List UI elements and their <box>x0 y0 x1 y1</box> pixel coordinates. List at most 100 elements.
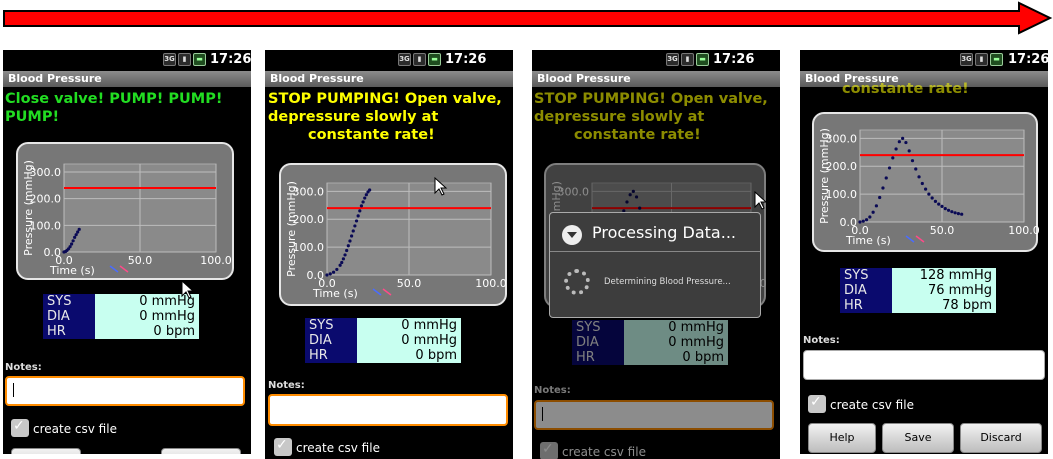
x-axis-label: Time (s) <box>49 264 95 277</box>
results-table: SYS 0 mmHg DIA 0 mmHg HR 0 bpm <box>43 294 199 339</box>
app-title: Blood Pressure <box>270 72 364 85</box>
dia-value: 76 mmHg <box>892 283 996 298</box>
sys-value: 0 mmHg <box>357 318 461 333</box>
data-point <box>346 244 350 248</box>
help-button[interactable]: Help <box>808 423 876 453</box>
results-table: SYS 128 mmHg DIA 76 mmHg HR 78 bpm <box>840 268 996 313</box>
instruction-text: Close valve! PUMP! PUMP! PUMP! <box>5 91 223 125</box>
processing-dialog: Processing Data... Determining Blood Pre… <box>549 212 761 318</box>
data-point <box>364 193 368 197</box>
pressure-chart-svg: 0.0100.0200.0300.00.050.0100.0Pressure (… <box>818 128 1040 247</box>
data-point <box>871 210 875 214</box>
notes-input[interactable] <box>803 350 1045 380</box>
instruction-line-3: constante rate! <box>308 127 435 143</box>
clock: 17:26 <box>713 52 755 67</box>
csv-checkbox-label: create csv file <box>296 441 380 455</box>
csv-checkbox[interactable] <box>808 394 826 413</box>
app-title: Blood Pressure <box>537 72 631 85</box>
results-table: SYS 0 mmHg DIA 0 mmHg HR 0 bpm <box>305 318 461 363</box>
title-bar: Blood Pressure <box>3 71 251 87</box>
data-point <box>950 210 954 214</box>
csv-checkbox[interactable] <box>11 418 29 437</box>
data-point <box>946 208 951 212</box>
zoom-icon <box>109 265 119 273</box>
notes-input[interactable] <box>5 376 245 406</box>
data-point <box>325 273 329 277</box>
table-row: SYS 0 mmHg <box>305 318 461 333</box>
data-point <box>868 215 872 219</box>
status-bar: 3G ▮ ▬ 17:26 <box>3 50 251 71</box>
data-point <box>331 270 336 274</box>
sys-value: 128 mmHg <box>892 268 996 283</box>
table-row: DIA 76 mmHg <box>840 283 996 298</box>
x-tick-label: 50.0 <box>128 254 153 267</box>
dia-value: 0 mmHg <box>95 309 199 324</box>
signal-icon: ▮ <box>178 53 191 66</box>
data-point <box>340 260 344 265</box>
notes-input[interactable] <box>268 394 508 426</box>
data-point <box>930 196 934 200</box>
data-point <box>368 188 372 192</box>
hr-label: HR <box>840 298 892 313</box>
data-point <box>914 167 918 171</box>
partial-button-right[interactable] <box>161 448 241 454</box>
progress-arrow <box>3 1 1053 35</box>
instruction-line-2: depressure slowly at <box>268 109 439 125</box>
status-bar: 3G ▮ ▬ 17:26 <box>800 50 1048 71</box>
hr-value: 0 bpm <box>357 348 461 363</box>
data-point <box>904 140 908 145</box>
data-point <box>897 140 901 144</box>
title-bar: Blood Pressure <box>265 71 513 87</box>
text-cursor <box>13 383 14 397</box>
csv-checkbox[interactable] <box>274 437 292 456</box>
data-point <box>341 257 345 261</box>
data-point <box>345 248 349 253</box>
data-point <box>354 219 359 223</box>
info-icon <box>562 225 582 245</box>
data-point <box>927 192 931 196</box>
x-tick-label: 100.0 <box>1008 224 1040 237</box>
table-row: HR 0 bpm <box>43 324 199 339</box>
data-point <box>878 195 882 200</box>
dia-value: 0 mmHg <box>357 333 461 348</box>
data-point <box>328 272 332 276</box>
screen-2: 3G ▮ ▬ 17:26 Blood Pressure STOP PUMPING… <box>265 50 513 459</box>
table-row: SYS 0 mmHg <box>43 294 199 309</box>
discard-button[interactable]: Discard <box>960 423 1042 453</box>
table-row: DIA 0 mmHg <box>43 309 199 324</box>
data-point <box>907 149 911 153</box>
data-point <box>343 253 347 257</box>
instruction-line-1: STOP PUMPING! Open valve, <box>268 91 502 107</box>
data-point <box>884 176 888 180</box>
data-point <box>348 239 352 243</box>
data-point <box>894 147 898 151</box>
data-point <box>933 199 938 203</box>
mouse-pointer <box>754 191 768 210</box>
hr-value: 0 bpm <box>95 324 199 339</box>
hr-value: 78 bpm <box>892 298 996 313</box>
data-point <box>338 263 342 267</box>
mouse-pointer <box>434 177 448 196</box>
data-point <box>858 220 862 224</box>
mouse-pointer <box>181 280 195 299</box>
x-tick-label: 50.0 <box>930 224 955 237</box>
spinner-icon <box>564 269 590 295</box>
save-button[interactable]: Save <box>882 423 954 453</box>
data-point <box>901 136 905 140</box>
y-axis-label: Pressure (mmHg) <box>22 160 35 256</box>
data-point <box>881 186 885 190</box>
data-point <box>77 227 81 231</box>
screen-4: 3G ▮ ▬ 17:26 Blood Pressure constante ra… <box>800 50 1048 454</box>
battery-icon: ▬ <box>696 53 709 66</box>
partial-button-left[interactable] <box>11 448 81 454</box>
battery-icon: ▬ <box>428 53 441 66</box>
zoom-icon <box>915 235 925 243</box>
sys-label: SYS <box>305 318 357 333</box>
data-point <box>359 204 364 208</box>
status-bar: 3G ▮ ▬ 17:26 <box>265 50 513 71</box>
screen-3: 3G ▮ ▬ 17:26 Blood Pressure STOP PUMPING… <box>532 50 780 459</box>
data-point <box>956 212 960 216</box>
table-row: HR 0 bpm <box>305 348 461 363</box>
sys-label: SYS <box>840 268 892 283</box>
data-point <box>358 209 362 213</box>
